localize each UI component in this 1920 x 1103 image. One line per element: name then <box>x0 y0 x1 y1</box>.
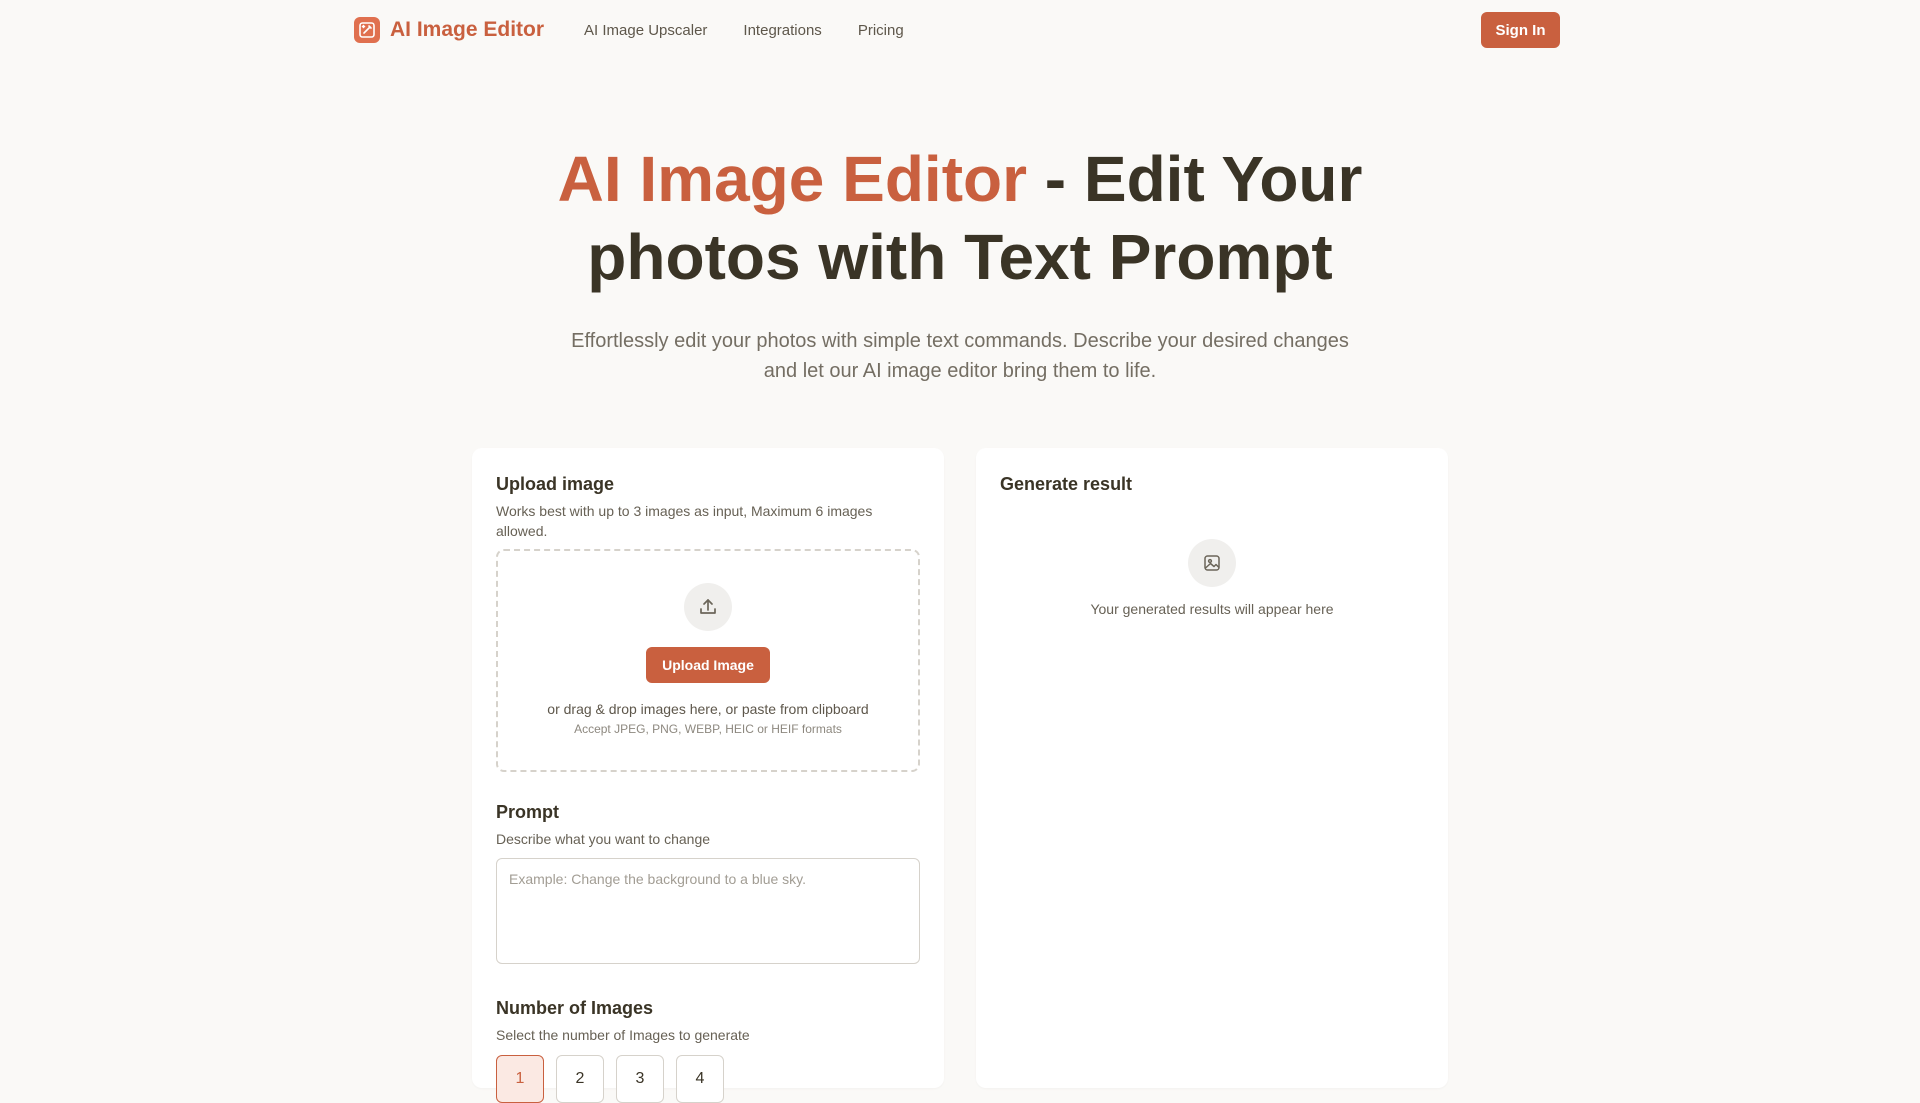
result-empty-state: Your generated results will appear here <box>1000 539 1424 617</box>
result-title: Generate result <box>1000 474 1133 494</box>
nav-links: AI Image Upscaler Integrations Pricing <box>584 22 904 39</box>
nav-link-integrations[interactable]: Integrations <box>743 22 821 39</box>
page-title-accent: AI Image Editor <box>557 143 1027 215</box>
result-section: Generate result Your generated results w… <box>1000 474 1424 617</box>
image-count-options: 1 2 3 4 <box>496 1055 920 1103</box>
upload-description: Works best with up to 3 images as input,… <box>496 503 873 539</box>
drop-instructions: or drag & drop images here, or paste fro… <box>547 701 869 717</box>
image-count-description: Select the number of Images to generate <box>496 1027 750 1043</box>
upload-icon <box>684 583 732 631</box>
brand-name: AI Image Editor <box>390 18 545 41</box>
prompt-description: Describe what you want to change <box>496 831 711 847</box>
upload-title: Upload image <box>496 474 615 494</box>
prompt-input[interactable] <box>496 858 920 964</box>
editor-input-card: Upload image Works best with up to 3 ima… <box>472 448 944 1103</box>
image-count-title: Number of Images <box>496 998 654 1018</box>
sign-in-button[interactable]: Sign In <box>1481 12 1560 48</box>
page-subtitle: Effortlessly edit your photos with simpl… <box>571 330 1349 382</box>
image-count-option-4[interactable]: 4 <box>676 1055 724 1103</box>
result-card: Generate result Your generated results w… <box>976 448 1448 1088</box>
prompt-title: Prompt <box>496 802 559 822</box>
image-dropzone[interactable]: Upload Image or drag & drop images here,… <box>496 549 920 772</box>
edit-image-logo-icon <box>354 17 380 43</box>
image-count-option-2[interactable]: 2 <box>556 1055 604 1103</box>
upload-image-button[interactable]: Upload Image <box>646 647 770 683</box>
prompt-section: Prompt Describe what you want to change <box>496 802 920 969</box>
upload-section: Upload image Works best with up to 3 ima… <box>496 474 920 772</box>
nav-link-ai-image-upscaler[interactable]: AI Image Upscaler <box>584 22 707 39</box>
page-title: AI Image Editor - Edit Your photos with … <box>550 140 1370 296</box>
top-navbar: AI Image Editor AI Image Upscaler Integr… <box>354 0 1560 60</box>
brand[interactable]: AI Image Editor <box>354 17 544 43</box>
result-empty-text: Your generated results will appear here <box>1090 601 1334 617</box>
image-count-option-3[interactable]: 3 <box>616 1055 664 1103</box>
nav-link-pricing[interactable]: Pricing <box>858 22 904 39</box>
accepted-formats: Accept JPEG, PNG, WEBP, HEIC or HEIF for… <box>574 722 842 736</box>
image-count-option-1[interactable]: 1 <box>496 1055 544 1103</box>
hero-section: AI Image Editor - Edit Your photos with … <box>0 140 1920 386</box>
image-count-section: Number of Images Select the number of Im… <box>496 998 920 1103</box>
image-icon <box>1188 539 1236 587</box>
